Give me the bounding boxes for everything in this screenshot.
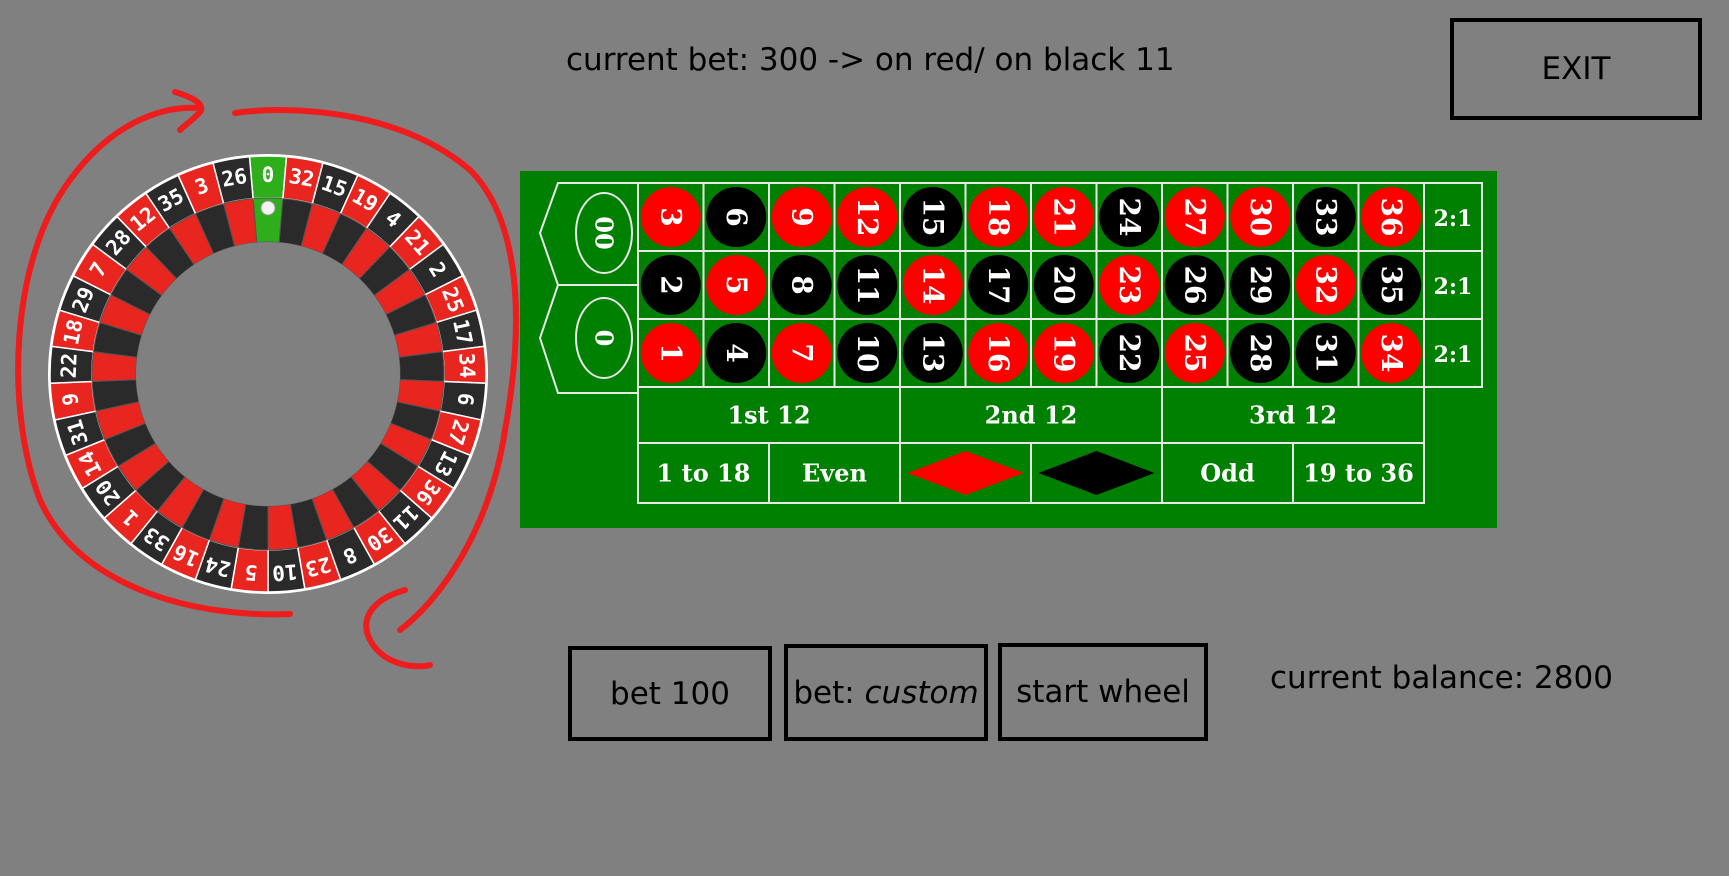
number-label-9: 9 — [785, 207, 818, 226]
roulette-ball-icon — [260, 200, 276, 216]
number-label-32: 32 — [1309, 266, 1342, 305]
wheel-number-label-22: 22 — [57, 352, 82, 378]
bet-100-button[interactable]: bet 100 — [568, 646, 772, 741]
outside-bet-label: 1 to 18 — [657, 459, 751, 488]
wheel-number-label-5: 5 — [244, 560, 259, 585]
number-label-11: 11 — [851, 266, 884, 305]
outside-bet-label: Odd — [1200, 459, 1255, 488]
wheel-number-label-10: 10 — [271, 559, 298, 585]
number-label-18: 18 — [982, 198, 1015, 237]
number-label-36: 36 — [1375, 198, 1408, 237]
number-label-35: 35 — [1375, 266, 1408, 305]
number-label-29: 29 — [1244, 266, 1277, 305]
number-label-12: 12 — [851, 198, 884, 237]
number-label-20: 20 — [1047, 266, 1080, 305]
wheel-center — [136, 242, 400, 506]
number-label-7: 7 — [785, 343, 818, 362]
number-label-5: 5 — [720, 275, 753, 294]
current-balance-text: current balance: 2800 — [1270, 660, 1613, 696]
column-bet-label: 2:1 — [1434, 342, 1473, 368]
number-label-1: 1 — [654, 343, 687, 362]
outside-bet-label: 19 to 36 — [1303, 459, 1414, 488]
outside-bet-label: Even — [802, 459, 867, 488]
exit-button[interactable]: EXIT — [1450, 18, 1702, 120]
number-label-14: 14 — [916, 266, 949, 305]
start-wheel-button[interactable]: start wheel — [998, 643, 1208, 741]
dozen-label: 2nd 12 — [985, 401, 1078, 430]
number-label-24: 24 — [1113, 198, 1146, 237]
wheel-number-label-26: 26 — [220, 164, 249, 192]
number-label-15: 15 — [916, 198, 949, 237]
number-label-2: 2 — [654, 275, 687, 294]
zero-label-0: 0 — [590, 330, 619, 347]
column-bet-label: 2:1 — [1434, 274, 1473, 300]
number-label-23: 23 — [1113, 266, 1146, 305]
dozen-label: 3rd 12 — [1249, 401, 1337, 430]
wheel-number-label-0: 0 — [262, 163, 275, 187]
number-label-19: 19 — [1047, 334, 1080, 373]
column-bet-label: 2:1 — [1434, 206, 1473, 232]
number-label-13: 13 — [916, 334, 949, 373]
number-label-26: 26 — [1178, 266, 1211, 305]
number-label-34: 34 — [1375, 334, 1408, 373]
number-label-31: 31 — [1309, 334, 1342, 373]
wheel-number-label-32: 32 — [287, 164, 316, 192]
number-label-21: 21 — [1047, 198, 1080, 237]
current-bet-text: current bet: 300 -> on red/ on black 11 — [566, 42, 1175, 78]
wheel-pocket — [398, 351, 445, 382]
number-label-4: 4 — [720, 343, 753, 362]
bet-custom-prefix: bet: — [793, 674, 865, 711]
number-label-33: 33 — [1309, 198, 1342, 237]
number-label-17: 17 — [982, 266, 1015, 305]
number-label-6: 6 — [720, 207, 753, 226]
number-label-28: 28 — [1244, 334, 1277, 373]
roulette-wheel[interactable]: 0 32 1519421225173462713361130823105241633… — [0, 80, 520, 680]
number-label-3: 3 — [654, 207, 687, 226]
number-label-22: 22 — [1113, 334, 1146, 373]
number-label-16: 16 — [982, 334, 1015, 373]
number-label-30: 30 — [1244, 198, 1277, 237]
betting-table[interactable]: 0003 6 9 12 15 18 21 24 27 30 33 362 5 8 11 14 17 20 23 26 2… — [520, 171, 1497, 528]
number-label-25: 25 — [1178, 334, 1211, 373]
bet-custom-button[interactable]: bet: custom — [784, 644, 988, 741]
bet-custom-word: custom — [864, 674, 979, 711]
wheel-number-label-34: 34 — [454, 352, 479, 378]
zero-label-00: 00 — [590, 216, 619, 249]
number-label-10: 10 — [851, 334, 884, 373]
number-label-27: 27 — [1178, 198, 1211, 237]
number-label-8: 8 — [785, 275, 818, 294]
dozen-label: 1st 12 — [727, 401, 810, 430]
